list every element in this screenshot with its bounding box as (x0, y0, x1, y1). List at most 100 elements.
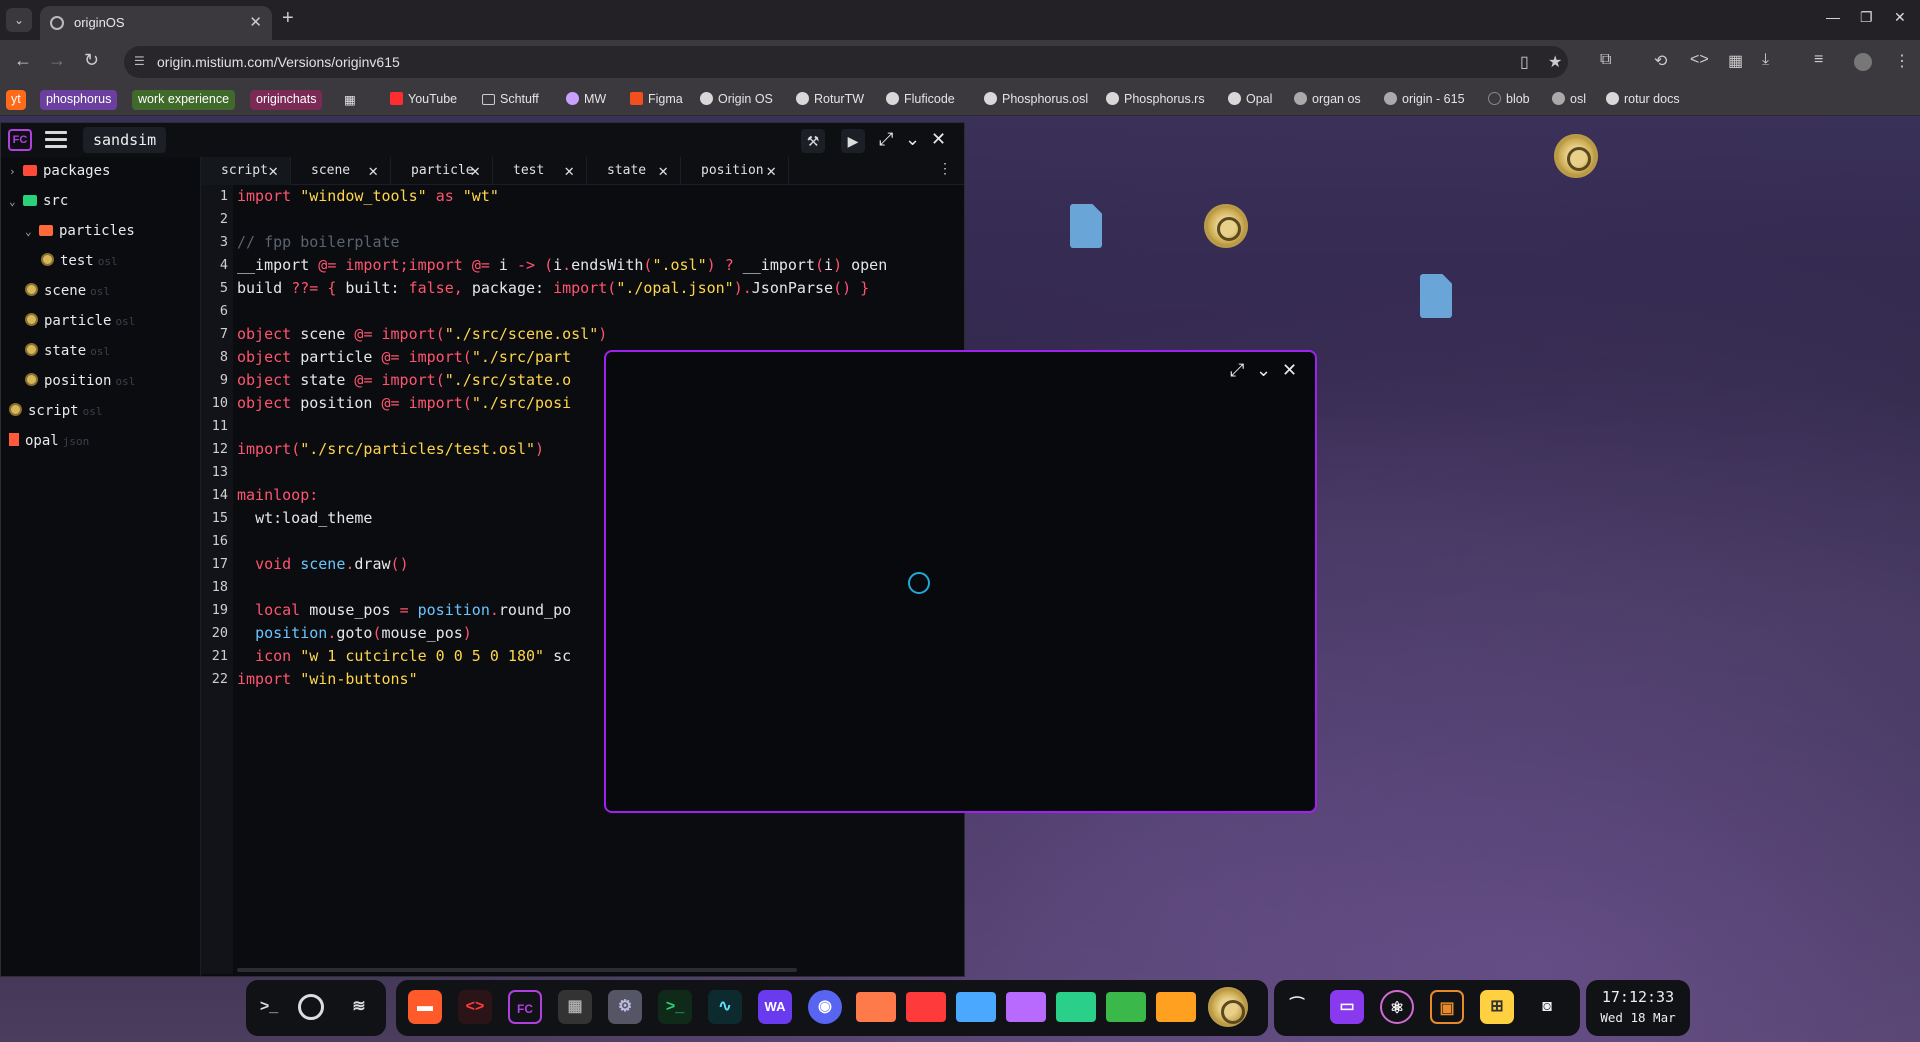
clock-widget[interactable]: 17:12:33 Wed 18 Mar (1586, 980, 1690, 1036)
folder-orange-icon[interactable] (1156, 992, 1196, 1022)
tab-state[interactable]: state ✕ (587, 157, 681, 185)
close-window-icon[interactable]: ✕ (1894, 9, 1906, 26)
layers-icon[interactable]: ≋ (342, 990, 376, 1024)
chat-bubble-icon[interactable]: ▭ (1330, 990, 1364, 1024)
chevron-icon[interactable]: ⌄ (25, 225, 39, 238)
maximize-icon[interactable]: ⤢ (1230, 360, 1244, 381)
close-icon[interactable]: ✕ (1282, 360, 1297, 381)
new-tab-button[interactable]: + (282, 7, 294, 30)
apps-grid-icon[interactable]: ▦ (344, 92, 356, 107)
file-icon[interactable] (1070, 204, 1102, 248)
files-app-icon[interactable]: ▬ (408, 990, 442, 1024)
tree-item-position[interactable]: position osl (25, 373, 135, 395)
sidepanel-icon[interactable]: ▦ (1728, 51, 1743, 71)
fc-ide-app-icon[interactable]: FC (508, 990, 542, 1024)
bookmark-opal[interactable]: Opal (1228, 92, 1272, 106)
clipboard-icon[interactable]: ▯ (1520, 52, 1529, 72)
bookmark-organ-os[interactable]: organ os (1294, 92, 1361, 106)
contacts-icon[interactable]: ▣ (1430, 990, 1464, 1024)
chevron-icon[interactable]: ⌄ (9, 195, 23, 208)
gear-app-icon[interactable] (1204, 204, 1248, 248)
close-tab-icon[interactable]: ✕ (368, 157, 378, 185)
gear-app-icon[interactable] (1208, 987, 1248, 1027)
folder-blue-icon[interactable] (956, 992, 996, 1022)
bookmark-rotur-docs[interactable]: rotur docs (1606, 92, 1680, 106)
bookmark-origin-615[interactable]: origin - 615 (1384, 92, 1465, 106)
tab-particle[interactable]: particle ✕ (391, 157, 493, 185)
file-icon[interactable] (1420, 274, 1452, 318)
more-menu-icon[interactable]: ⋮ (1894, 51, 1910, 71)
preview-window[interactable]: ⤢ ⌄ ✕ (604, 350, 1317, 813)
bookmark-chip[interactable]: phosphorus (40, 90, 118, 110)
download-icon[interactable]: ⤓ (1762, 51, 1769, 69)
bookmark-phosphorus-rs[interactable]: Phosphorus.rs (1106, 92, 1205, 106)
history-icon[interactable]: ⟲ (1654, 51, 1667, 71)
close-tab-icon[interactable]: ✕ (249, 13, 262, 31)
media-icon[interactable]: ≡ (1814, 51, 1823, 69)
folder-purple-icon[interactable] (1006, 992, 1046, 1022)
back-icon[interactable]: ← (14, 50, 32, 71)
calculator-icon[interactable]: ▦ (558, 990, 592, 1024)
tree-item-packages[interactable]: › packages (9, 163, 110, 185)
horizontal-scrollbar[interactable] (237, 968, 797, 972)
tab-position[interactable]: position ✕ (681, 157, 789, 185)
restore-icon[interactable]: ❐ (1860, 9, 1873, 26)
bookmark-chip[interactable]: originchats (250, 90, 323, 110)
project-name[interactable]: sandsim (83, 127, 167, 153)
tree-item-script[interactable]: script osl (9, 403, 102, 425)
chevron-icon[interactable]: › (9, 165, 23, 178)
bookmark-mw[interactable]: MW (566, 92, 606, 106)
run-play-icon[interactable]: ▶ (841, 129, 865, 153)
more-options-icon[interactable]: ⋮ (938, 161, 952, 177)
tab-scene[interactable]: scene ✕ (291, 157, 391, 185)
site-info-icon[interactable]: ☰ (134, 54, 150, 70)
tree-item-state[interactable]: state osl (25, 343, 110, 365)
origin-logo-icon[interactable] (298, 994, 324, 1020)
tree-item-opal[interactable]: opal json (9, 433, 89, 455)
folder-green-icon[interactable] (1106, 992, 1146, 1022)
bookmark-blob[interactable]: blob (1488, 92, 1530, 106)
maximize-icon[interactable]: ⤢ (879, 129, 893, 150)
bookmark-roturtw[interactable]: RoturTW (796, 92, 864, 106)
forward-icon[interactable]: → (48, 50, 66, 71)
gear-app-icon[interactable] (1554, 134, 1598, 178)
wa-app-icon[interactable]: WA (758, 990, 792, 1024)
bookmark-chip[interactable]: yt (6, 90, 26, 110)
tree-item-scene[interactable]: scene osl (25, 283, 110, 305)
bookmark-schtuff[interactable]: Schtuff (482, 92, 539, 106)
bookmark-figma[interactable]: Figma (630, 92, 683, 106)
bookmark-youtube[interactable]: YouTube (390, 92, 457, 106)
ide-titlebar[interactable]: FC sandsim ⚒ ▶ ⤢ ⌄ ✕ (1, 123, 964, 157)
minimize-icon[interactable]: — (1826, 9, 1840, 25)
bookmark-fluficode[interactable]: Fluficode (886, 92, 955, 106)
tab-test[interactable]: test ✕ (493, 157, 587, 185)
tree-item-particle[interactable]: particle osl (25, 313, 135, 335)
feather-icon[interactable]: ⁀ (1280, 990, 1314, 1024)
bookmark-chip[interactable]: work experience (132, 90, 236, 110)
widgets-icon[interactable]: ⊞ (1480, 990, 1514, 1024)
folder-red-icon[interactable] (906, 992, 946, 1022)
extensions-icon[interactable]: ⧉ (1600, 51, 1611, 69)
tree-item-src[interactable]: ⌄ src (9, 193, 68, 215)
tree-item-test[interactable]: test osl (41, 253, 118, 275)
hamburger-menu-icon[interactable] (45, 131, 67, 149)
code-editor-app-icon[interactable]: <> (458, 990, 492, 1024)
bookmark-osl[interactable]: osl (1552, 92, 1586, 106)
settings-gear-icon[interactable]: ⚙ (608, 990, 642, 1024)
devtools-icon[interactable]: <> (1690, 51, 1709, 69)
terminal-prompt-icon[interactable]: >_ (252, 990, 286, 1024)
console-app-icon[interactable]: >_ (658, 990, 692, 1024)
minimize-chevron-icon[interactable]: ⌄ (1256, 360, 1271, 381)
bookmark-star-icon[interactable]: ★ (1548, 52, 1562, 72)
activity-monitor-icon[interactable]: ∿ (708, 990, 742, 1024)
reload-icon[interactable]: ↻ (84, 50, 99, 71)
avatar[interactable] (1854, 53, 1872, 71)
address-bar[interactable]: ☰ origin.mistium.com/Versions/originv615… (124, 46, 1568, 78)
close-tab-icon[interactable]: ✕ (564, 157, 574, 185)
bookmark-origin-os[interactable]: Origin OS (700, 92, 773, 106)
bookmark-phosphorus-osl[interactable]: Phosphorus.osl (984, 92, 1088, 106)
close-tab-icon[interactable]: ✕ (470, 157, 480, 185)
atom-icon[interactable]: ⚛ (1380, 990, 1414, 1024)
build-hammer-icon[interactable]: ⚒ (801, 129, 825, 153)
tab-script[interactable]: script ✕ (201, 157, 291, 185)
